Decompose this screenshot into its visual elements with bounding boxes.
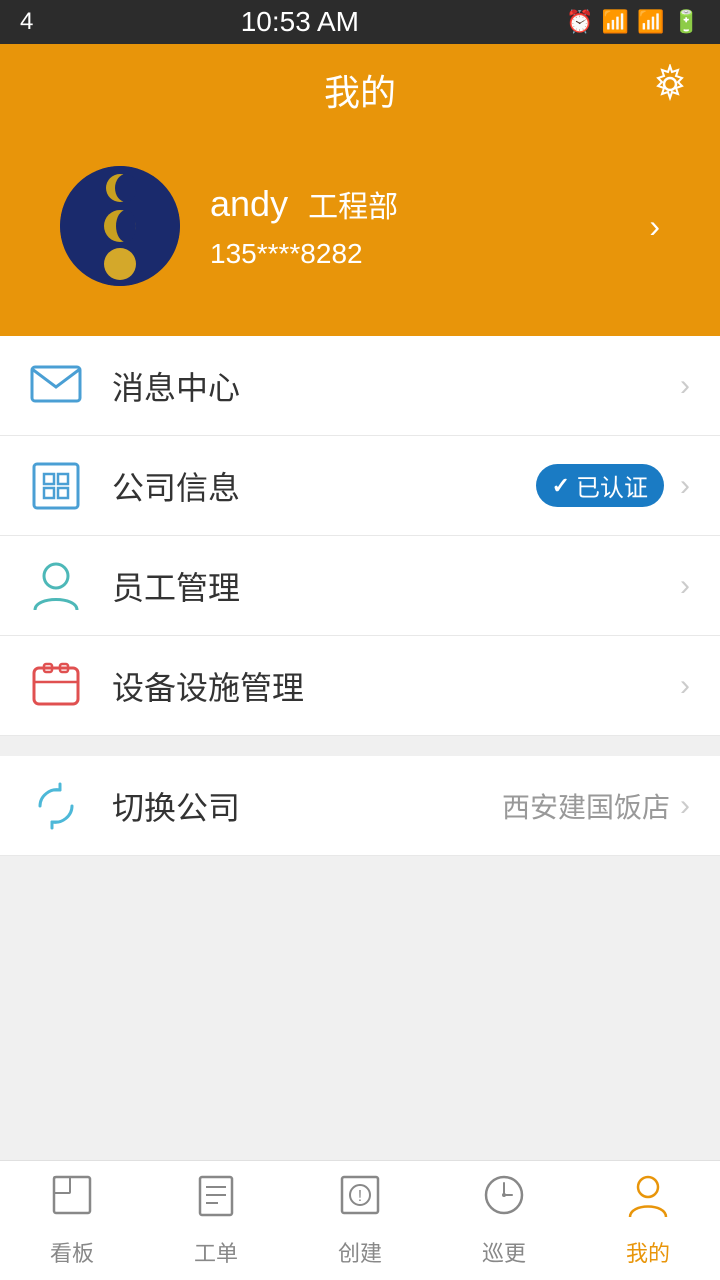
- status-bar: 4 10:53 AM ⏰ 📶 📶 🔋: [0, 0, 720, 44]
- avatar: [60, 166, 180, 286]
- nav-item-mine[interactable]: 我的: [576, 1161, 720, 1280]
- profile-section[interactable]: andy 工程部 135****8282 ›: [30, 136, 690, 336]
- profile-phone: 135****8282: [210, 238, 619, 270]
- menu-section: 消息中心 › 公司信息 ✓ 已认证 › 员工管理 ›: [0, 336, 720, 736]
- switch-company-section: 切换公司 西安建国饭店 ›: [0, 756, 720, 856]
- profile-arrow-icon[interactable]: ›: [649, 208, 660, 245]
- nav-item-create[interactable]: ! 创建: [288, 1161, 432, 1280]
- equipment-icon: [30, 660, 82, 712]
- xuncha-icon: [482, 1173, 526, 1228]
- svg-text:!: !: [358, 1188, 362, 1205]
- nav-item-gongdan[interactable]: 工单: [144, 1161, 288, 1280]
- badge-v-icon: ✓: [552, 473, 570, 499]
- signal-icon: 📶: [637, 9, 664, 35]
- wifi-icon: 📶: [602, 9, 629, 35]
- company-icon: [30, 460, 82, 512]
- menu-arrow-switch: ›: [680, 789, 690, 823]
- menu-label-messages: 消息中心: [112, 363, 680, 409]
- page-title: 我的: [30, 64, 690, 136]
- nav-label-gongdan: 工单: [194, 1236, 238, 1268]
- nav-label-create: 创建: [338, 1236, 382, 1268]
- company-name: 西安建国饭店: [502, 786, 670, 826]
- menu-item-equipment[interactable]: 设备设施管理 ›: [0, 636, 720, 736]
- message-icon: [30, 360, 82, 412]
- bottom-navigation: 看板 工单 ! 创建: [0, 1160, 720, 1280]
- mine-icon: [626, 1173, 670, 1228]
- header: 我的 andy 工程部: [0, 44, 720, 336]
- profile-name: andy: [210, 183, 288, 225]
- nav-item-kanban[interactable]: 看板: [0, 1161, 144, 1280]
- menu-arrow-employee: ›: [680, 569, 690, 603]
- settings-icon[interactable]: [650, 64, 690, 114]
- nav-item-xuncha[interactable]: 巡更: [432, 1161, 576, 1280]
- kanban-icon: [50, 1173, 94, 1228]
- status-time: 10:53 AM: [241, 6, 359, 38]
- status-notification: 4: [20, 8, 33, 36]
- battery-icon: 🔋: [673, 9, 700, 35]
- menu-label-company: 公司信息: [112, 463, 536, 509]
- menu-arrow-messages: ›: [680, 369, 690, 403]
- menu-label-equipment: 设备设施管理: [112, 663, 680, 709]
- menu-arrow-equipment: ›: [680, 669, 690, 703]
- nav-label-kanban: 看板: [50, 1236, 94, 1268]
- switch-icon: [30, 780, 82, 832]
- section-divider: [0, 736, 720, 756]
- menu-item-messages[interactable]: 消息中心 ›: [0, 336, 720, 436]
- nav-label-xuncha: 巡更: [482, 1236, 526, 1268]
- menu-item-switch-company[interactable]: 切换公司 西安建国饭店 ›: [0, 756, 720, 856]
- status-icons: ⏰ 📶 📶 🔋: [566, 9, 700, 35]
- menu-item-company[interactable]: 公司信息 ✓ 已认证 ›: [0, 436, 720, 536]
- employee-icon: [30, 560, 82, 612]
- badge-text: 已认证: [576, 468, 648, 503]
- menu-label-employee: 员工管理: [112, 563, 680, 609]
- profile-info: andy 工程部 135****8282: [210, 182, 619, 270]
- verified-badge: ✓ 已认证: [536, 464, 664, 507]
- gongdan-icon: [194, 1173, 238, 1228]
- menu-arrow-company: ›: [680, 469, 690, 503]
- nav-label-mine: 我的: [626, 1236, 670, 1268]
- content-area: [0, 856, 720, 1156]
- menu-item-employee[interactable]: 员工管理 ›: [0, 536, 720, 636]
- profile-dept: 工程部: [308, 182, 398, 226]
- alarm-icon: ⏰: [566, 9, 593, 35]
- menu-label-switch-company: 切换公司: [112, 783, 502, 829]
- create-icon: !: [338, 1173, 382, 1228]
